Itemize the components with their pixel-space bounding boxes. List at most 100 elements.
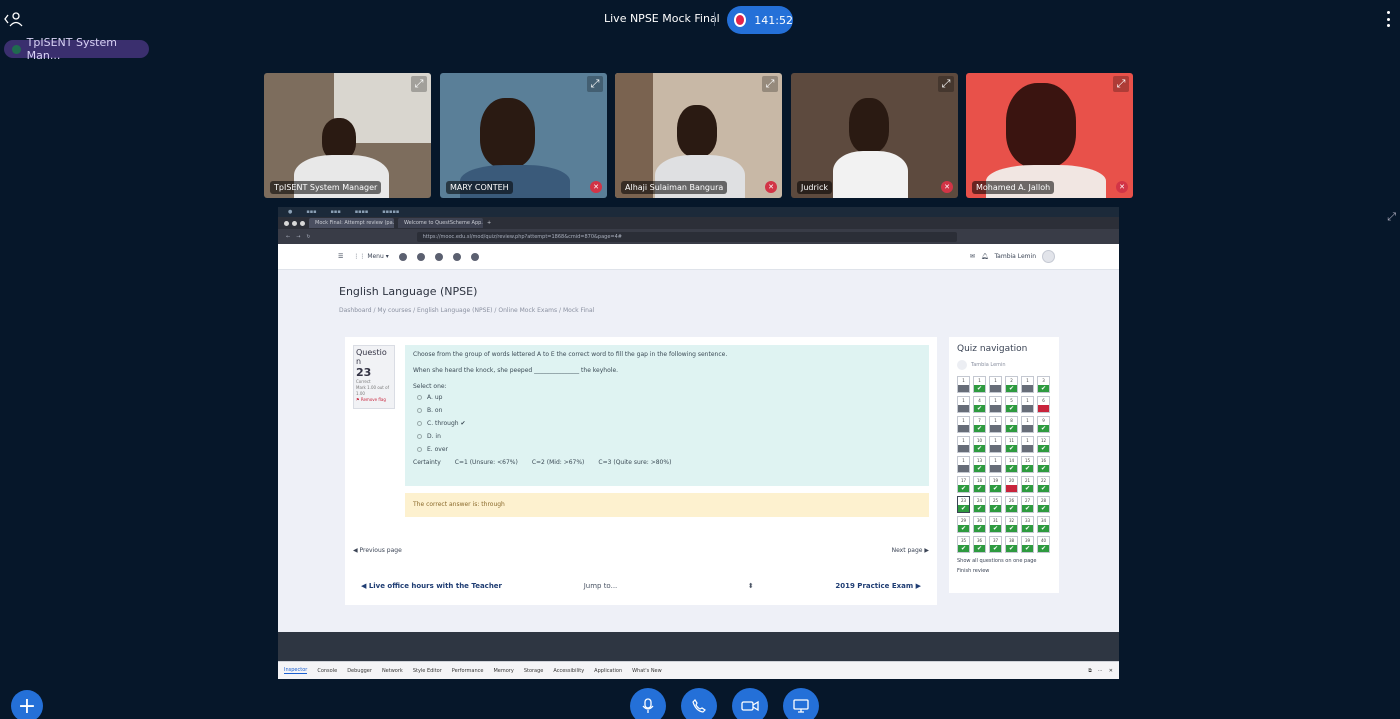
radio-button[interactable] [417,434,422,439]
radio-button[interactable] [417,408,422,413]
video-tile[interactable]: ⤢ MARY CONTEH ✕ [440,73,607,198]
jump-to-select[interactable]: Jump to... ⬍ [584,582,754,590]
answer-option[interactable]: B. on [417,407,921,414]
quiz-nav-question-button[interactable]: 5 ✔ [1005,396,1018,413]
quiz-nav-question-button[interactable]: 18 ✔ [973,476,986,493]
quiz-nav-question-button[interactable]: 35 ✔ [957,536,970,553]
quiz-nav-question-button[interactable]: 1 [989,396,1002,413]
expand-icon[interactable]: ⤢ [411,76,427,92]
quiz-nav-question-button[interactable]: 23 ✔ [957,496,970,513]
answer-option[interactable]: D. in [417,433,921,440]
dock-icon[interactable]: ⧉ [1088,668,1092,674]
camera-button[interactable] [732,688,768,719]
vimeo-icon[interactable] [470,252,479,261]
quiz-nav-question-button[interactable]: 30 ✔ [973,516,986,533]
answer-option[interactable]: C. through ✔ [417,420,921,427]
quiz-nav-question-button[interactable]: 13 ✔ [973,456,986,473]
quiz-nav-question-button[interactable]: 1 [1021,396,1034,413]
devtools-tab[interactable]: Inspector [284,667,308,674]
quiz-nav-question-button[interactable]: 15 ✔ [1021,456,1034,473]
phone-button[interactable] [681,688,717,719]
back-icon[interactable]: ← [286,234,290,240]
quiz-nav-question-button[interactable]: 9 ✔ [1037,416,1050,433]
radio-button[interactable] [417,395,422,400]
add-action-button[interactable]: + [11,690,43,719]
video-tile[interactable]: ⤢ Alhaji Sulaiman Bangura ✕ [615,73,782,198]
quiz-nav-question-button[interactable]: 1 [989,416,1002,433]
user-menu[interactable]: ✉ 🔔︎ Tambia Lemin [970,250,1055,263]
microphone-button[interactable] [630,688,666,719]
quiz-nav-question-button[interactable]: 1 [989,436,1002,453]
quiz-nav-question-button[interactable]: 10 ✔ [973,436,986,453]
devtools-tab[interactable]: Network [382,668,403,674]
quiz-nav-question-button[interactable]: 32 ✔ [1005,516,1018,533]
more-options-icon[interactable] [1386,11,1390,27]
quiz-nav-question-button[interactable]: 1 [957,396,970,413]
video-tile[interactable]: ⤢ Mohamed A. Jalloh ✕ [966,73,1133,198]
new-tab-icon[interactable]: + [487,220,491,226]
devtools-tab[interactable]: Storage [524,668,544,674]
finish-review-link[interactable]: Finish review [957,568,1051,574]
quiz-nav-question-button[interactable]: 14 ✔ [1005,456,1018,473]
certainty-option[interactable]: C=2 (Mid: >67%) [532,459,585,466]
devtools-tab[interactable]: Accessibility [553,668,584,674]
quiz-nav-question-button[interactable]: 22 ✔ [1037,476,1050,493]
quiz-nav-question-button[interactable]: 6 [1037,396,1050,413]
quiz-nav-question-button[interactable]: 1 [957,436,970,453]
radio-button[interactable] [417,447,422,452]
quiz-nav-question-button[interactable]: 33 ✔ [1021,516,1034,533]
hamburger-icon[interactable]: ☰ [338,253,343,260]
menu-button[interactable]: ⋮⋮ Menu ▾ [353,253,388,260]
quiz-nav-question-button[interactable]: 1 [957,376,970,393]
devtools-tab[interactable]: Style Editor [413,668,442,674]
answer-option[interactable]: A. up [417,394,921,401]
quiz-nav-question-button[interactable]: 21 ✔ [1021,476,1034,493]
video-tile[interactable]: ⤢ TpISENT System Manager [264,73,431,198]
expand-icon[interactable]: ⤢ [938,76,954,92]
quiz-nav-question-button[interactable]: 28 ✔ [1037,496,1050,513]
quiz-nav-question-button[interactable]: 38 ✔ [1005,536,1018,553]
certainty-option[interactable]: C=3 (Quite sure: >80%) [598,459,671,466]
devtools-tab[interactable]: Performance [452,668,484,674]
quiz-nav-question-button[interactable]: 4 ✔ [973,396,986,413]
quiz-nav-question-button[interactable]: 1 [1021,436,1034,453]
video-tile[interactable]: ⤢ Judrick ✕ [791,73,958,198]
expand-icon[interactable]: ⤢ [1113,76,1129,92]
presenter-chip[interactable]: TpISENT System Man... [4,36,149,62]
browser-tab[interactable]: Welcome to QuestScheme App... [398,218,483,228]
expand-icon[interactable]: ⤢ [587,76,603,92]
quiz-nav-question-button[interactable]: 31 ✔ [989,516,1002,533]
url-field[interactable]: https://mooc.edu.sl/mod/quiz/review.php?… [416,231,957,242]
quiz-nav-question-button[interactable]: 11 ✔ [1005,436,1018,453]
breadcrumb[interactable]: Dashboard / My courses / English Languag… [339,307,594,314]
quiz-nav-question-button[interactable]: 26 ✔ [1005,496,1018,513]
quiz-nav-question-button[interactable]: 1 [957,416,970,433]
notifications-icon[interactable]: 🔔︎ [981,253,989,260]
facebook-icon[interactable] [434,252,443,261]
quiz-nav-question-button[interactable]: 1 [957,456,970,473]
twitter-icon[interactable] [416,252,425,261]
more-icon[interactable]: ⋯ [1098,668,1103,674]
answer-option[interactable]: E. over [417,446,921,453]
quiz-nav-question-button[interactable]: 1 [1021,376,1034,393]
devtools-tab[interactable]: Debugger [347,668,372,674]
quiz-nav-question-button[interactable]: 1 ✔ [973,376,986,393]
quiz-nav-question-button[interactable]: 1 [989,456,1002,473]
previous-page-link[interactable]: ◀ Previous page [353,547,402,554]
fullscreen-icon[interactable]: ⤢ [1387,210,1396,224]
devtools-tab[interactable]: Application [594,668,622,674]
flag-question-link[interactable]: ⚑ Remove flag [356,397,392,403]
next-activity-link[interactable]: 2019 Practice Exam ▶ [835,582,921,590]
quiz-nav-question-button[interactable]: 1 [1021,416,1034,433]
messages-icon[interactable]: ✉ [970,253,975,260]
devtools-tab[interactable]: Console [317,668,337,674]
devtools-tab[interactable]: What's New [632,668,662,674]
quiz-nav-question-button[interactable]: 37 ✔ [989,536,1002,553]
quiz-nav-question-button[interactable]: 24 ✔ [973,496,986,513]
quiz-nav-question-button[interactable]: 27 ✔ [1021,496,1034,513]
quiz-nav-question-button[interactable]: 36 ✔ [973,536,986,553]
close-icon[interactable]: ✕ [1109,668,1113,674]
certainty-option[interactable]: C=1 (Unsure: <67%) [455,459,518,466]
show-all-link[interactable]: Show all questions on one page [957,558,1051,564]
quiz-nav-question-button[interactable]: 7 ✔ [973,416,986,433]
